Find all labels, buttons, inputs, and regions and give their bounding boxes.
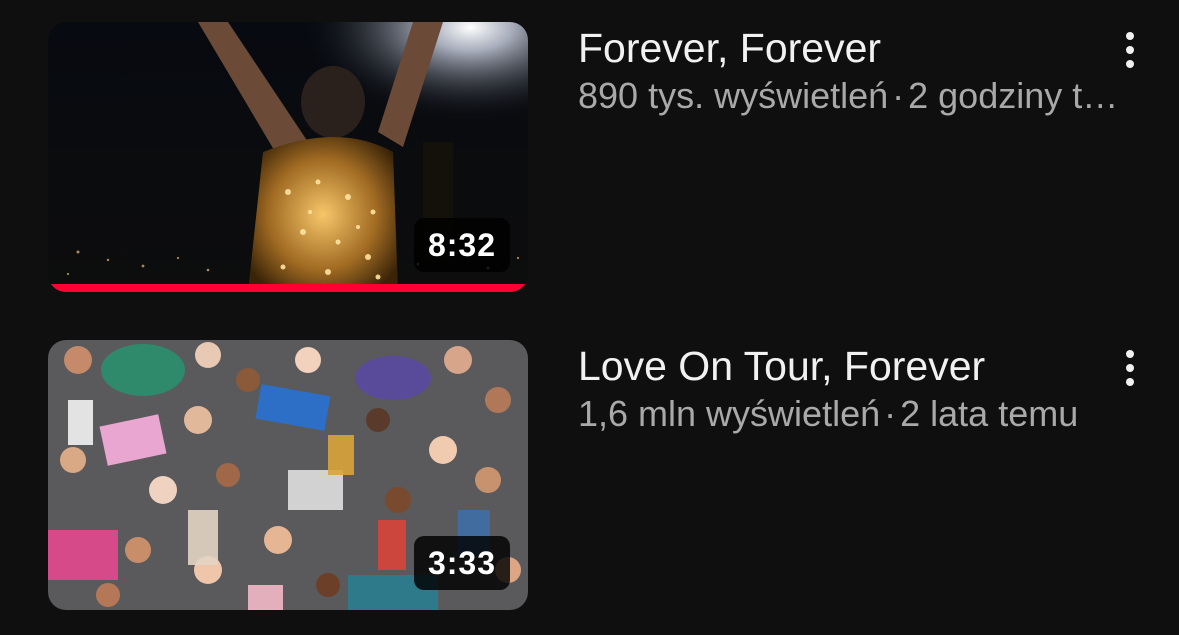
video-item[interactable]: 8:32 Forever, Forever 890 tys. wyświetle… xyxy=(0,22,1179,292)
upload-age: 2 godziny temu xyxy=(908,75,1134,116)
video-details: Love On Tour, Forever 1,6 mln wyświetleń… xyxy=(578,340,1138,436)
meta-separator: · xyxy=(892,75,905,116)
video-duration: 8:32 xyxy=(413,218,510,272)
video-title[interactable]: Forever, Forever xyxy=(578,22,1138,74)
more-vert-icon xyxy=(1126,350,1134,386)
upload-age: 2 lata temu xyxy=(900,393,1079,434)
more-options-button[interactable] xyxy=(1110,346,1150,390)
video-thumbnail[interactable]: 8:32 xyxy=(48,22,528,292)
video-duration: 3:33 xyxy=(413,536,510,590)
video-item[interactable]: 3:33 Love On Tour, Forever 1,6 mln wyświ… xyxy=(0,340,1179,610)
video-metadata: 890 tys. wyświetleń · 2 godziny temu xyxy=(578,74,1134,118)
video-details: Forever, Forever 890 tys. wyświetleń · 2 g… xyxy=(578,22,1138,118)
watch-progress-bar xyxy=(48,284,528,292)
video-thumbnail[interactable]: 3:33 xyxy=(48,340,528,610)
watch-progress-fill xyxy=(48,284,528,292)
video-list: 8:32 Forever, Forever 890 tys. wyświetle… xyxy=(0,0,1179,635)
video-metadata: 1,6 mln wyświetleń · 2 lata temu xyxy=(578,392,1134,436)
view-count: 890 tys. wyświetleń xyxy=(578,75,889,116)
view-count: 1,6 mln wyświetleń xyxy=(578,393,881,434)
meta-separator: · xyxy=(884,393,897,434)
video-title[interactable]: Love On Tour, Forever xyxy=(578,340,1138,392)
more-vert-icon xyxy=(1126,32,1134,68)
more-options-button[interactable] xyxy=(1110,28,1150,72)
